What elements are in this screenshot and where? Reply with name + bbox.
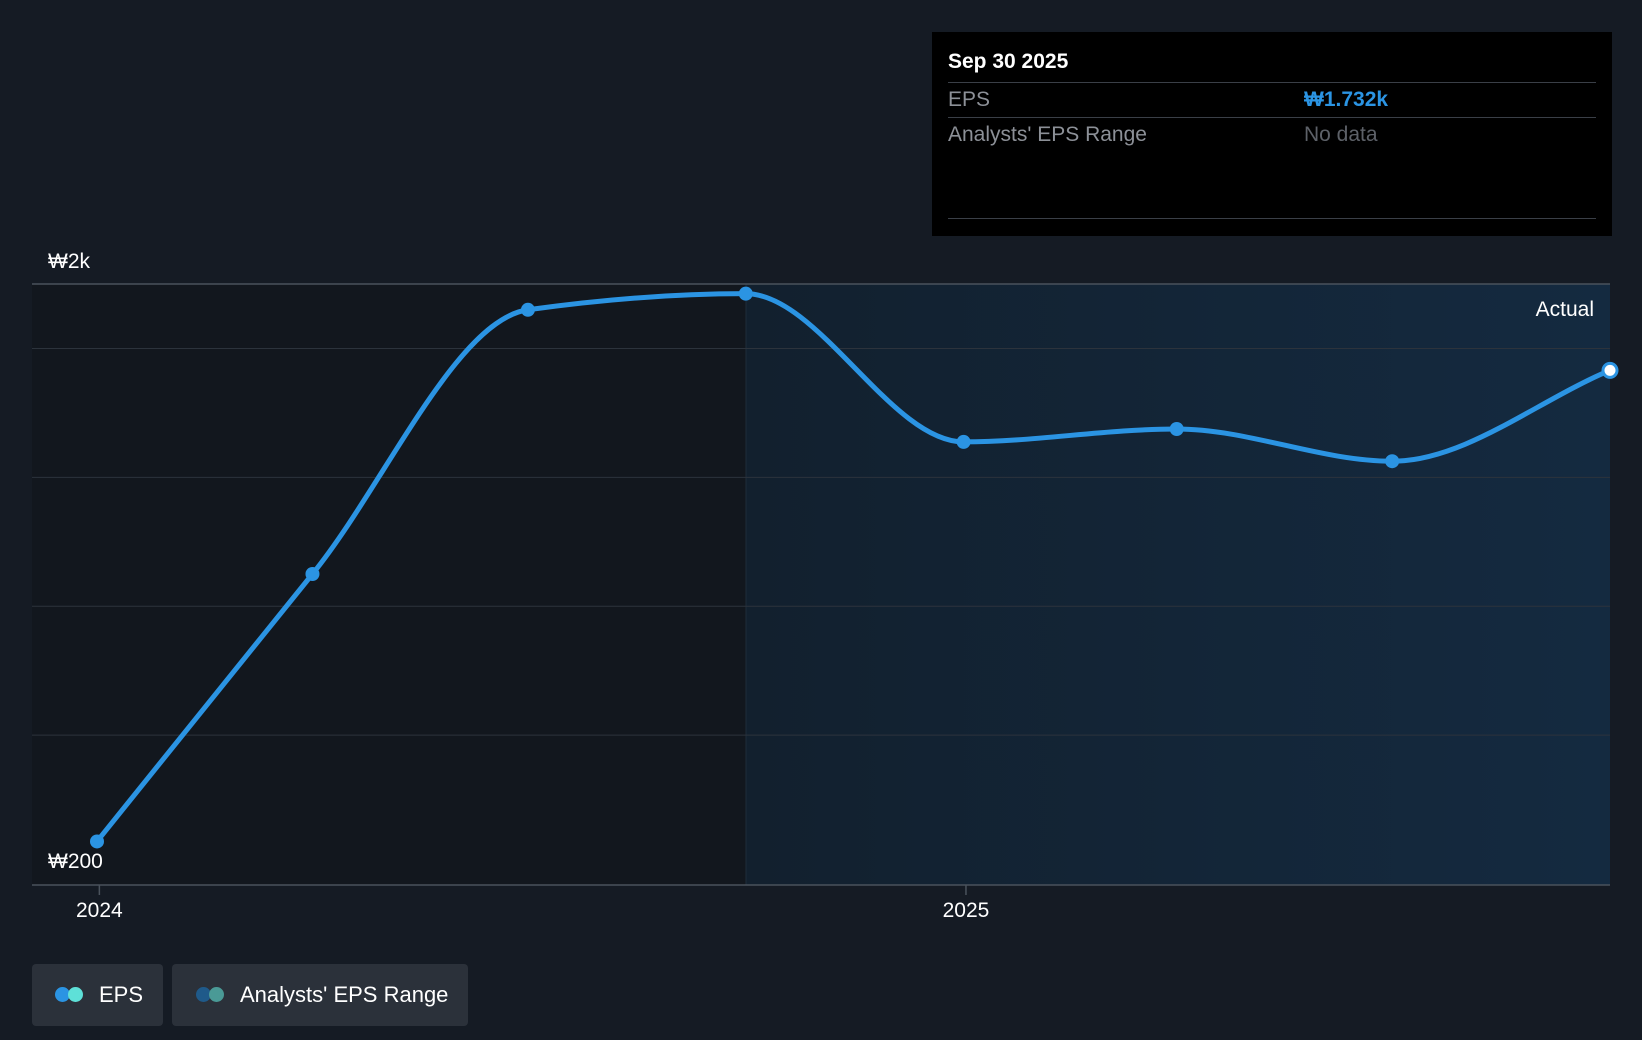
tooltip-row-range: Analysts' EPS Range No data	[948, 118, 1596, 152]
x-tick-label: 2025	[943, 899, 990, 922]
eps-point-highlighted[interactable]	[1601, 361, 1619, 379]
x-ticks	[98, 885, 967, 895]
tooltip-range-label: Analysts' EPS Range	[948, 123, 1147, 146]
legend-analysts-range-button[interactable]: Analysts' EPS Range	[172, 964, 468, 1026]
y-label-top: ₩2k	[48, 250, 91, 273]
eps-point[interactable]	[738, 286, 753, 301]
eps-dot-icon-2	[68, 987, 83, 1002]
legend-eps-button[interactable]: EPS	[32, 964, 163, 1026]
eps-point[interactable]	[1169, 422, 1184, 436]
y-label-bottom: ₩200	[48, 850, 103, 873]
past-panel	[32, 284, 746, 885]
eps-point[interactable]	[90, 834, 104, 849]
actual-panel	[746, 284, 1610, 885]
tooltip-eps-label: EPS	[948, 88, 991, 111]
tooltip: Sep 30 2025 EPS ₩1.732k Analysts' EPS Ra…	[932, 32, 1612, 236]
tooltip-eps-value: ₩1.732k	[1304, 88, 1389, 111]
region-label-actual: Actual	[1536, 298, 1594, 321]
tooltip-date: Sep 30 2025	[948, 32, 1596, 83]
legend-range-label: Analysts' EPS Range	[240, 982, 449, 1007]
range-dot-icon-2	[209, 987, 224, 1002]
eps-point[interactable]	[956, 434, 971, 449]
tooltip-divider	[948, 218, 1596, 219]
eps-point[interactable]	[305, 567, 320, 581]
tooltip-row-eps: EPS ₩1.732k	[948, 83, 1596, 118]
legend-eps-label: EPS	[99, 982, 144, 1007]
tooltip-range-value: No data	[1304, 123, 1378, 146]
x-tick-label: 2024	[76, 899, 123, 922]
eps-point[interactable]	[520, 302, 535, 317]
eps-point[interactable]	[1385, 454, 1400, 469]
